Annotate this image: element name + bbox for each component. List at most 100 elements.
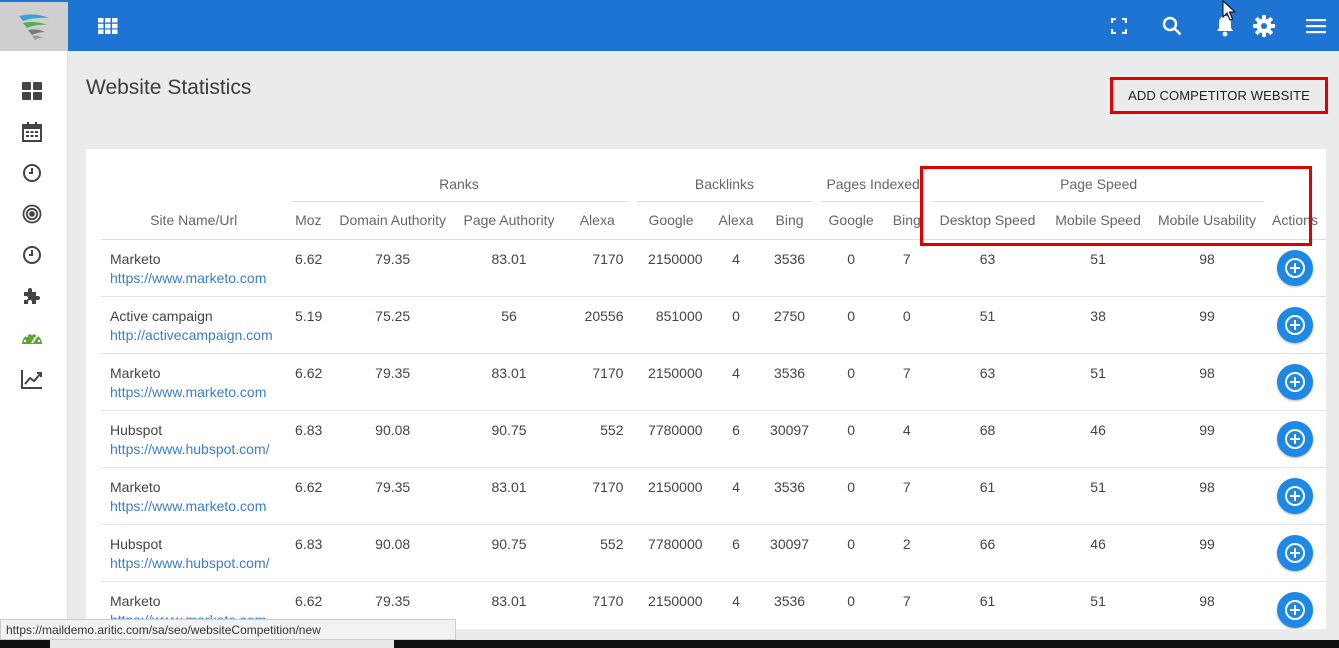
menu-icon[interactable]: [1304, 14, 1328, 38]
cell-google-backlinks: 2150000: [631, 467, 711, 525]
col-google-backlinks: Google: [631, 201, 711, 240]
group-header-ranks: Ranks: [281, 167, 632, 202]
cell-mobile-usability: 98: [1149, 353, 1265, 411]
cell-site: Hubspot https://www.hubspot.com/: [101, 410, 287, 468]
history-icon[interactable]: [20, 243, 44, 267]
taskbar: [0, 640, 1339, 648]
puzzle-icon[interactable]: [20, 284, 44, 308]
app-logo[interactable]: [0, 2, 68, 51]
cell-mobile-usability: 98: [1149, 581, 1265, 629]
add-competitor-button[interactable]: ADD COMPETITOR WEBSITE: [1110, 77, 1328, 114]
cell-domain-authority: 79.35: [330, 467, 456, 525]
grid-icon[interactable]: [96, 14, 120, 38]
site-name: Marketo: [110, 364, 161, 381]
col-bing-backlinks: Bing: [761, 201, 818, 240]
add-action-button[interactable]: [1277, 306, 1313, 343]
cell-domain-authority: 79.35: [330, 353, 456, 411]
plus-circle-icon: [1285, 314, 1305, 335]
cell-moz: 6.83: [286, 410, 331, 468]
plus-circle-icon: [1285, 371, 1305, 392]
add-action-button[interactable]: [1277, 420, 1313, 457]
cell-alexa-backlinks: 4: [710, 581, 762, 629]
cell-page-authority: 90.75: [455, 410, 563, 468]
col-alexa-backlinks: Alexa: [710, 201, 762, 240]
cell-alexa-rank: 552: [562, 524, 632, 582]
site-url-link[interactable]: https://www.marketo.com: [110, 384, 278, 400]
trend-chart-icon[interactable]: [20, 367, 44, 391]
cell-mobile-speed: 51: [1046, 353, 1150, 411]
dashboard-icon[interactable]: [20, 79, 44, 103]
site-name: Marketo: [110, 478, 161, 495]
cell-bing-backlinks: 3536: [761, 239, 818, 297]
cell-actions: [1264, 581, 1326, 629]
cell-google-indexed: 0: [817, 353, 885, 411]
site-url-link[interactable]: https://www.hubspot.com/: [110, 441, 278, 457]
cell-desktop-speed: 63: [928, 353, 1047, 411]
site-name: Hubspot: [110, 421, 163, 438]
add-action-button[interactable]: [1277, 477, 1313, 514]
target-icon[interactable]: [20, 202, 44, 226]
cell-moz: 6.62: [286, 239, 331, 297]
cell-desktop-speed: 63: [928, 239, 1047, 297]
cell-bing-indexed: 7: [884, 353, 929, 411]
sidebar: [0, 51, 68, 648]
cell-page-authority: 56: [455, 296, 563, 354]
cell-bing-backlinks: 3536: [761, 581, 818, 629]
cell-bing-indexed: 7: [884, 581, 929, 629]
gear-icon[interactable]: [1252, 14, 1276, 38]
speedometer-icon[interactable]: [20, 326, 44, 350]
top-navbar: [0, 0, 1339, 51]
site-name: Active campaign: [110, 307, 213, 324]
cell-desktop-speed: 61: [928, 581, 1047, 629]
cell-alexa-backlinks: 6: [710, 524, 762, 582]
cell-site: Active campaign http://activecampaign.com: [101, 296, 287, 354]
cell-bing-backlinks: 3536: [761, 467, 818, 525]
cell-google-indexed: 0: [817, 410, 885, 468]
cell-page-authority: 83.01: [455, 353, 563, 411]
search-icon[interactable]: [1160, 14, 1184, 38]
cell-mobile-speed: 51: [1046, 467, 1150, 525]
site-url-link[interactable]: http://activecampaign.com: [110, 327, 278, 343]
cell-google-indexed: 0: [817, 524, 885, 582]
col-actions: Actions: [1264, 201, 1326, 240]
cell-bing-backlinks: 30097: [761, 410, 818, 468]
site-url-link[interactable]: https://www.hubspot.com/: [110, 555, 278, 571]
cell-domain-authority: 79.35: [330, 239, 456, 297]
cell-moz: 6.83: [286, 524, 331, 582]
add-action-button[interactable]: [1277, 249, 1313, 286]
statistics-card: Ranks Backlinks Pages Indexed Page Speed…: [86, 149, 1326, 629]
add-action-button[interactable]: [1277, 591, 1313, 628]
calendar-icon[interactable]: [20, 120, 44, 144]
site-name: Marketo: [110, 592, 161, 609]
site-url-link[interactable]: https://www.marketo.com: [110, 498, 278, 514]
page-title: Website Statistics: [86, 76, 252, 99]
add-action-button[interactable]: [1277, 534, 1313, 571]
cell-actions: [1264, 296, 1326, 354]
plus-circle-icon: [1285, 599, 1305, 620]
cell-actions: [1264, 524, 1326, 582]
col-google-indexed: Google: [817, 201, 885, 240]
cell-page-authority: 83.01: [455, 467, 563, 525]
fullscreen-icon[interactable]: [1107, 14, 1131, 38]
cell-alexa-backlinks: 4: [710, 353, 762, 411]
cell-desktop-speed: 66: [928, 524, 1047, 582]
cell-actions: [1264, 410, 1326, 468]
mouse-cursor-icon: [1222, 0, 1237, 22]
cell-bing-indexed: 2: [884, 524, 929, 582]
cell-mobile-speed: 51: [1046, 239, 1150, 297]
cell-actions: [1264, 467, 1326, 525]
clock-icon[interactable]: [20, 161, 44, 185]
cell-page-authority: 90.75: [455, 524, 563, 582]
col-desktop-speed: Desktop Speed: [928, 201, 1047, 240]
plus-circle-icon: [1285, 257, 1305, 278]
cell-domain-authority: 90.08: [330, 410, 456, 468]
site-url-link[interactable]: https://www.marketo.com: [110, 270, 278, 286]
add-action-button[interactable]: [1277, 363, 1313, 400]
cell-mobile-speed: 51: [1046, 581, 1150, 629]
cell-site: Marketo https://www.marketo.com: [101, 239, 287, 297]
cell-desktop-speed: 51: [928, 296, 1047, 354]
cell-alexa-rank: 552: [562, 410, 632, 468]
cell-bing-backlinks: 2750: [761, 296, 818, 354]
cell-mobile-usability: 99: [1149, 296, 1265, 354]
cell-site: Marketo https://www.marketo.com: [101, 467, 287, 525]
